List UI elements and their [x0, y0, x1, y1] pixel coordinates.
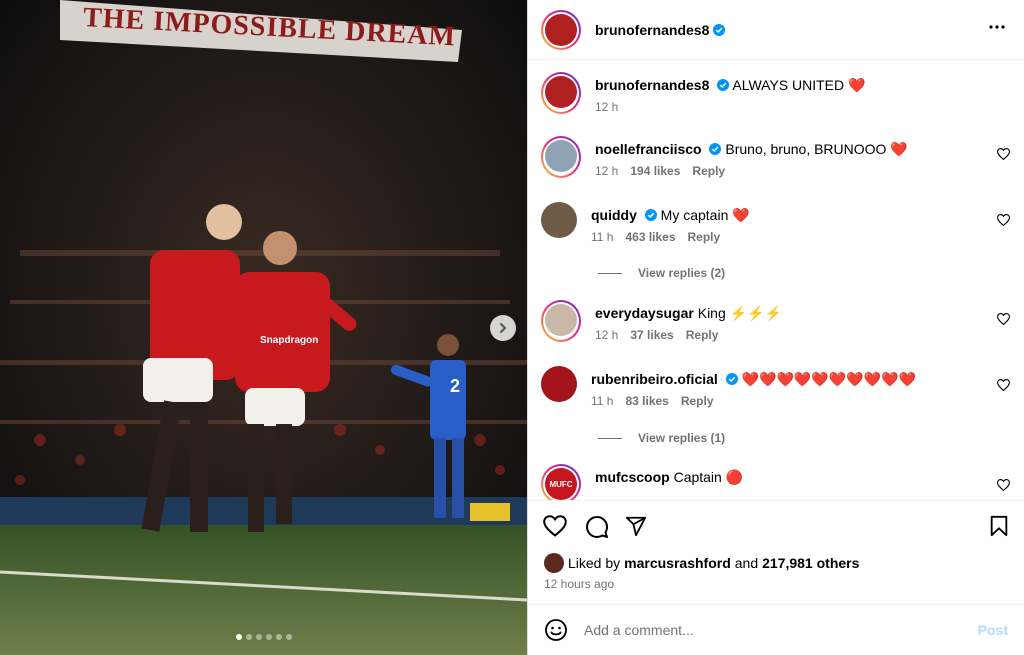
- comment-input[interactable]: [584, 622, 954, 638]
- comment-username[interactable]: noellefranciisco: [595, 141, 702, 157]
- comment-like-heart-icon[interactable]: [997, 148, 1010, 160]
- liked-by-and: and: [734, 555, 759, 571]
- carousel-dot: [265, 634, 272, 640]
- post-header: brunofernandes8: [528, 0, 1024, 60]
- caption-text: ALWAYS UNITED ❤️: [732, 77, 866, 93]
- comment-text: ❤️❤️❤️❤️❤️❤️❤️❤️❤️❤️: [741, 371, 916, 387]
- verified-badge-icon: [725, 373, 738, 385]
- comment-likes[interactable]: 194 likes: [630, 164, 680, 178]
- carousel-dot: [255, 634, 262, 640]
- carousel-dot: [275, 634, 282, 640]
- author-avatar[interactable]: [541, 9, 581, 50]
- liker-avatar[interactable]: [544, 553, 564, 573]
- comment-likes[interactable]: 83 likes: [625, 394, 668, 408]
- comment-text: Captain 🔴: [673, 469, 744, 485]
- post-details-panel: brunofernandes8 brunofernandes8 ALWAYS U…: [527, 0, 1024, 655]
- verified-badge-icon: [644, 209, 657, 221]
- comments-list[interactable]: brunofernandes8 ALWAYS UNITED ❤️ 12 h no…: [528, 60, 1024, 500]
- commenter-avatar[interactable]: MUFC: [541, 464, 581, 500]
- reply-button[interactable]: Reply: [681, 394, 714, 408]
- caption: brunofernandes8 ALWAYS UNITED ❤️ 12 h: [541, 72, 865, 114]
- reply-button[interactable]: Reply: [688, 230, 721, 244]
- comment-username[interactable]: rubenribeiro.oficial: [591, 371, 718, 387]
- comment-username[interactable]: everydaysugar: [595, 305, 694, 321]
- comment-like-heart-icon[interactable]: [997, 313, 1010, 325]
- more-options-icon[interactable]: [988, 18, 1006, 36]
- caption-username[interactable]: brunofernandes8: [595, 77, 709, 93]
- post-comment-button[interactable]: Post: [978, 622, 1008, 638]
- verified-badge-icon: [709, 143, 722, 155]
- share-send-icon[interactable]: [625, 515, 647, 537]
- comment-text: Bruno, bruno, BRUNOOO ❤️: [725, 141, 908, 157]
- save-bookmark-icon[interactable]: [989, 515, 1009, 537]
- celebration-photo-scene: Snapdragon 2: [0, 0, 527, 655]
- commenter-avatar[interactable]: [541, 136, 581, 178]
- carousel-dot: [285, 634, 292, 640]
- post-photo[interactable]: Snapdragon 2 THE IMPOSSIBLE DREAM: [0, 0, 527, 655]
- caption-time: 12 h: [595, 100, 619, 114]
- verified-badge-icon: [717, 79, 730, 91]
- carousel-dot: [235, 634, 242, 640]
- comment-likes[interactable]: 37 likes: [630, 328, 673, 342]
- carousel-indicator: [0, 634, 527, 640]
- kit-sponsor-text: Snapdragon: [260, 335, 318, 346]
- comment-item: noellefranciisco Bruno, bruno, BRUNOOO ❤…: [541, 136, 908, 178]
- view-replies-label: View replies (1): [638, 431, 726, 445]
- instagram-post-modal: Snapdragon 2 THE IMPOSSIBLE DREAM brunof…: [0, 0, 1024, 655]
- post-actions: Liked by marcusrashford and 217,981 othe…: [528, 500, 1024, 604]
- commenter-avatar[interactable]: [541, 300, 581, 342]
- comment-time: 12 h: [595, 164, 619, 178]
- comment-text: My captain ❤️: [660, 207, 750, 223]
- like-heart-icon[interactable]: [543, 515, 567, 537]
- comment-time: 12 h: [595, 328, 619, 342]
- comment-like-heart-icon[interactable]: [997, 214, 1010, 226]
- commenter-avatar[interactable]: [541, 366, 577, 402]
- comment-item: MUFC mufcscoop Captain 🔴: [541, 464, 743, 500]
- comment-likes[interactable]: 463 likes: [625, 230, 675, 244]
- comment-time: 11 h: [591, 230, 614, 244]
- comment-bubble-icon[interactable]: [585, 515, 609, 539]
- next-photo-button[interactable]: [490, 315, 516, 341]
- reply-button[interactable]: Reply: [686, 328, 719, 342]
- liked-by-others[interactable]: 217,981 others: [762, 555, 859, 571]
- avatar-logo-text: MUFC: [549, 479, 573, 489]
- comment-time: 11 h: [591, 394, 614, 408]
- emoji-smiley-icon[interactable]: [544, 618, 568, 642]
- liked-by-user[interactable]: marcusrashford: [624, 555, 731, 571]
- add-comment-bar: Post: [528, 604, 1024, 655]
- comment-item: everydaysugar King ⚡⚡⚡ 12 h 37 likes Reply: [541, 300, 782, 342]
- view-replies-button[interactable]: View replies (1): [598, 431, 725, 445]
- liked-by: Liked by marcusrashford and 217,981 othe…: [544, 553, 859, 573]
- comment-like-heart-icon[interactable]: [997, 379, 1010, 391]
- carousel-dot: [245, 634, 252, 640]
- view-replies-button[interactable]: View replies (2): [598, 266, 725, 280]
- player-number-text: 2: [450, 376, 460, 396]
- comment-text: King ⚡⚡⚡: [697, 305, 782, 321]
- comment-like-heart-icon[interactable]: [997, 479, 1010, 491]
- reply-button[interactable]: Reply: [692, 164, 725, 178]
- chevron-right-icon: [500, 323, 507, 333]
- author-avatar[interactable]: [541, 72, 581, 114]
- view-replies-label: View replies (2): [638, 266, 726, 280]
- commenter-avatar[interactable]: [541, 202, 577, 238]
- comment-item: quiddy My captain ❤️ 11 h 463 likes Reply: [541, 202, 750, 244]
- verified-badge-icon: [713, 23, 726, 36]
- author-username[interactable]: brunofernandes8: [595, 22, 709, 38]
- comment-username[interactable]: mufcscoop: [595, 469, 670, 485]
- liked-by-prefix: Liked by: [568, 555, 621, 571]
- comment-username[interactable]: quiddy: [591, 207, 637, 223]
- post-time-ago[interactable]: 12 hours ago: [544, 577, 614, 591]
- comment-item: rubenribeiro.oficial ❤️❤️❤️❤️❤️❤️❤️❤️❤️❤…: [541, 366, 916, 408]
